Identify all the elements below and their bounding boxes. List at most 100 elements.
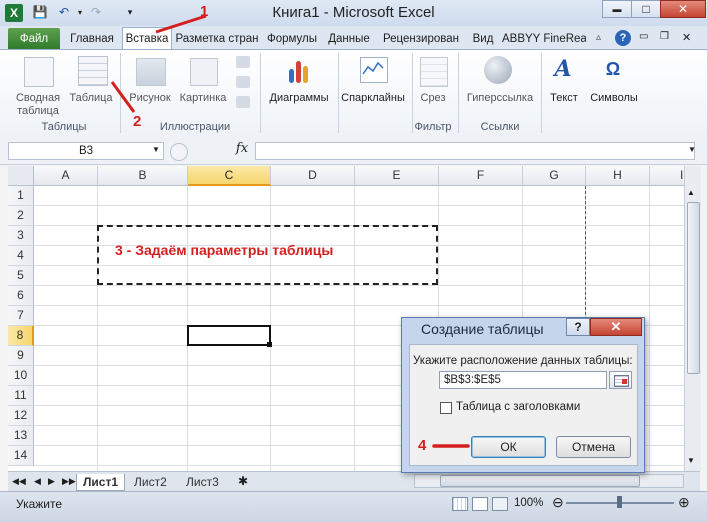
dialog-help-button[interactable]: ? [566, 318, 590, 336]
slicer-icon [420, 57, 448, 87]
screenshot-icon[interactable] [236, 96, 250, 108]
tab-home[interactable]: Главная [64, 28, 120, 49]
insert-sheet-icon[interactable]: ✱ [238, 474, 248, 488]
slicer-button[interactable]: Срез [414, 92, 452, 105]
charts-button[interactable]: Диаграммы [264, 92, 334, 105]
hyperlink-button[interactable]: Гиперссылка [462, 92, 538, 105]
gridline [649, 186, 650, 471]
sheet-nav-first-icon[interactable]: ◀◀ [12, 476, 26, 487]
row-header[interactable]: 13 [8, 426, 34, 446]
select-all-corner[interactable] [8, 166, 34, 186]
sparklines-icon [360, 57, 388, 83]
normal-view-icon[interactable] [452, 497, 468, 511]
workbook-minimize-icon[interactable]: ▭ [639, 31, 648, 42]
row-header[interactable]: 6 [8, 286, 34, 306]
column-header[interactable]: H [586, 166, 650, 186]
row-header[interactable]: 3 [8, 226, 34, 246]
row-header[interactable]: 7 [8, 306, 34, 326]
name-box-dropdown-icon[interactable]: ▼ [152, 145, 160, 154]
symbols-button[interactable]: Символы [586, 92, 642, 105]
clipart-button[interactable]: Картинка [176, 92, 230, 105]
active-cell[interactable] [187, 325, 271, 346]
headers-checkbox-label[interactable]: Таблица с заголовками [456, 401, 580, 413]
tab-data[interactable]: Данные [324, 28, 374, 49]
range-input[interactable]: $B$3:$E$5 [439, 371, 607, 389]
row-header[interactable]: 9 [8, 346, 34, 366]
status-text: Укажите [16, 497, 63, 511]
ribbon-separator [458, 53, 459, 133]
dialog-close-button[interactable]: ✕ [590, 318, 642, 336]
row-header[interactable]: 10 [8, 366, 34, 386]
page-layout-view-icon[interactable] [472, 497, 488, 511]
annotation-step-4: 4 [418, 437, 427, 454]
column-header[interactable]: F [439, 166, 523, 186]
row-header[interactable]: 11 [8, 386, 34, 406]
row-header[interactable]: 5 [8, 266, 34, 286]
column-header[interactable]: B [98, 166, 188, 186]
horizontal-scroll-thumb[interactable] [440, 475, 640, 487]
smartart-icon[interactable] [236, 76, 250, 88]
column-header[interactable]: D [271, 166, 355, 186]
formula-bar-circle-icon [170, 143, 188, 161]
sparklines-button[interactable]: Спарклайны [336, 92, 410, 105]
close-button[interactable]: ✕ [660, 0, 706, 18]
row-header[interactable]: 1 [8, 186, 34, 206]
column-header[interactable]: E [355, 166, 439, 186]
group-filter-label: Фильтр [414, 121, 452, 133]
formula-expand-icon[interactable]: ▼ [688, 145, 696, 154]
column-header[interactable]: C [188, 166, 271, 186]
column-header[interactable]: I [650, 166, 684, 186]
page-break-view-icon[interactable] [492, 497, 508, 511]
annotation-arrow-2 [110, 81, 136, 113]
zoom-out-icon[interactable]: ⊖ [552, 494, 564, 511]
scroll-down-icon[interactable]: ▼ [687, 456, 695, 465]
tab-file[interactable]: Файл [8, 28, 60, 49]
annotation-arrow-1 [155, 14, 207, 34]
charts-icon [286, 57, 314, 83]
text-button[interactable]: Текст [544, 92, 584, 105]
tab-view[interactable]: Вид [468, 28, 498, 49]
minimize-button[interactable]: ▬ [602, 0, 632, 18]
maximize-button[interactable]: □ [631, 0, 661, 18]
column-header[interactable]: A [34, 166, 98, 186]
range-collapse-icon[interactable] [609, 371, 632, 389]
insert-function-button[interactable]: fx [232, 141, 252, 161]
cancel-button[interactable]: Отмена [556, 436, 631, 458]
row-header[interactable]: 14 [8, 446, 34, 466]
ok-button[interactable]: ОК [471, 436, 546, 458]
zoom-in-icon[interactable]: ⊕ [678, 494, 690, 511]
vertical-scrollbar[interactable]: ▲ ▼ [684, 166, 701, 471]
row-header[interactable]: 8 [8, 326, 34, 346]
fill-handle[interactable] [267, 342, 272, 347]
sheet-nav-last-icon[interactable]: ▶▶ [62, 476, 76, 487]
gridline [34, 285, 684, 286]
headers-checkbox[interactable] [440, 402, 452, 414]
tab-formulas[interactable]: Формулы [264, 28, 320, 49]
zoom-slider-thumb[interactable] [617, 496, 622, 508]
help-icon[interactable]: ? [615, 30, 631, 46]
row-header[interactable]: 4 [8, 246, 34, 266]
workbook-restore-icon[interactable]: ❐ [660, 31, 669, 42]
shapes-icon[interactable] [236, 56, 250, 68]
pivot-table-button[interactable]: Сводная таблица [12, 92, 64, 118]
sheet-tab[interactable]: Лист2 [128, 474, 173, 490]
sheet-nav-prev-icon[interactable]: ◀ [34, 476, 41, 487]
group-tables-label: Таблицы [41, 121, 87, 133]
scroll-thumb[interactable] [687, 202, 700, 374]
sheet-nav-next-icon[interactable]: ▶ [48, 476, 55, 487]
row-header[interactable]: 2 [8, 206, 34, 226]
tab-review[interactable]: Рецензирован [378, 28, 464, 49]
clipart-icon [190, 58, 218, 86]
scroll-up-icon[interactable]: ▲ [687, 188, 695, 197]
name-box[interactable]: B3 [8, 142, 164, 160]
sheet-tab[interactable]: Лист1 [76, 474, 126, 491]
sheet-tab[interactable]: Лист3 [180, 474, 225, 490]
zoom-level[interactable]: 100% [514, 497, 543, 509]
row-header[interactable]: 12 [8, 406, 34, 426]
ribbon-collapse-icon[interactable]: ▵ [596, 32, 601, 43]
column-header[interactable]: G [523, 166, 586, 186]
tab-abbyy[interactable]: ABBYY FineRead [502, 28, 586, 49]
formula-input[interactable] [255, 142, 695, 160]
workbook-close-icon[interactable]: ✕ [682, 31, 691, 44]
pivot-table-icon [24, 57, 54, 87]
